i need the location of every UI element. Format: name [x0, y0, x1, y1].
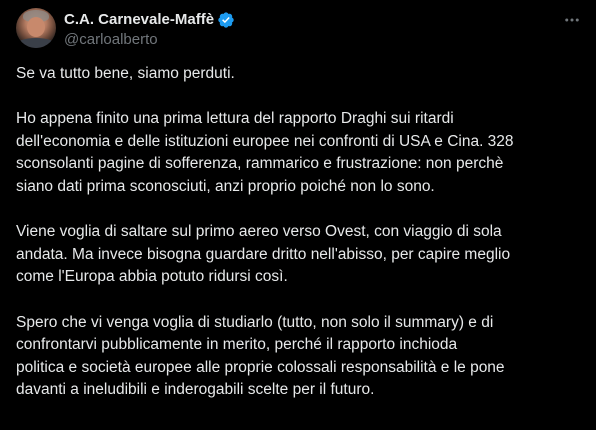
tweet-paragraph: Se va tutto bene, siamo perduti.: [16, 65, 235, 82]
avatar-face: [27, 17, 45, 37]
author-handle[interactable]: @carloalberto: [64, 31, 158, 49]
author-name-row: C.A. Carnevale-Maffè: [64, 11, 235, 29]
tweet-text: Se va tutto bene, siamo perduti. Ho appe…: [16, 63, 588, 402]
verified-badge-icon[interactable]: [217, 11, 235, 29]
tweet-paragraph: Viene voglia di saltare sul primo aereo …: [16, 223, 511, 286]
tweet: C.A. Carnevale-Maffè @carloalberto Se va…: [0, 0, 596, 430]
author-display-name[interactable]: C.A. Carnevale-Maffè: [64, 11, 214, 29]
tweet-paragraph: Ho appena finito una prima lettura del r…: [16, 110, 514, 195]
more-horizontal-icon: [565, 18, 579, 22]
tweet-paragraph: Spero che vi venga voglia di studiarlo (…: [16, 313, 505, 399]
avatar[interactable]: [16, 8, 56, 48]
avatar-shirt: [16, 38, 56, 48]
more-options-button[interactable]: [558, 6, 586, 34]
